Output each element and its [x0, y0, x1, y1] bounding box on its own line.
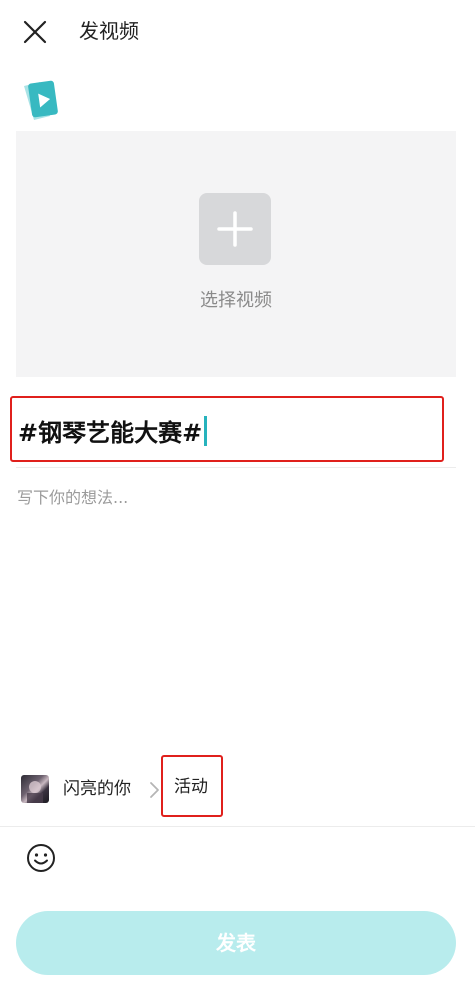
- select-video-area[interactable]: 选择视频: [16, 131, 456, 377]
- top-bar: 发视频: [0, 0, 475, 62]
- description-input[interactable]: 写下你的想法...: [17, 486, 128, 510]
- activity-label: 活动: [174, 777, 208, 797]
- publish-button[interactable]: 发表: [16, 911, 456, 975]
- divider: [0, 826, 475, 827]
- text-caret: [204, 416, 208, 446]
- title-input[interactable]: #钢琴艺能大赛#: [10, 396, 444, 462]
- activity-button[interactable]: 活动: [161, 755, 223, 817]
- add-video-button[interactable]: [199, 193, 271, 265]
- divider: [16, 467, 456, 468]
- title-text: #钢琴艺能大赛#: [18, 419, 203, 447]
- author-name[interactable]: 闪亮的你: [63, 776, 131, 802]
- video-file-icon: [20, 78, 60, 120]
- avatar[interactable]: [21, 775, 49, 803]
- close-button[interactable]: [20, 17, 50, 47]
- page-title: 发视频: [79, 19, 139, 43]
- author-row: 闪亮的你 活动: [0, 755, 475, 820]
- chevron-right-icon: [150, 782, 159, 798]
- publish-label: 发表: [216, 931, 256, 955]
- smiley-icon: [27, 844, 55, 872]
- title-input-value: #钢琴艺能大赛#: [18, 416, 208, 449]
- plus-icon: [217, 211, 253, 247]
- select-video-label: 选择视频: [200, 290, 272, 311]
- emoji-button[interactable]: [26, 843, 56, 873]
- close-icon: [23, 20, 47, 44]
